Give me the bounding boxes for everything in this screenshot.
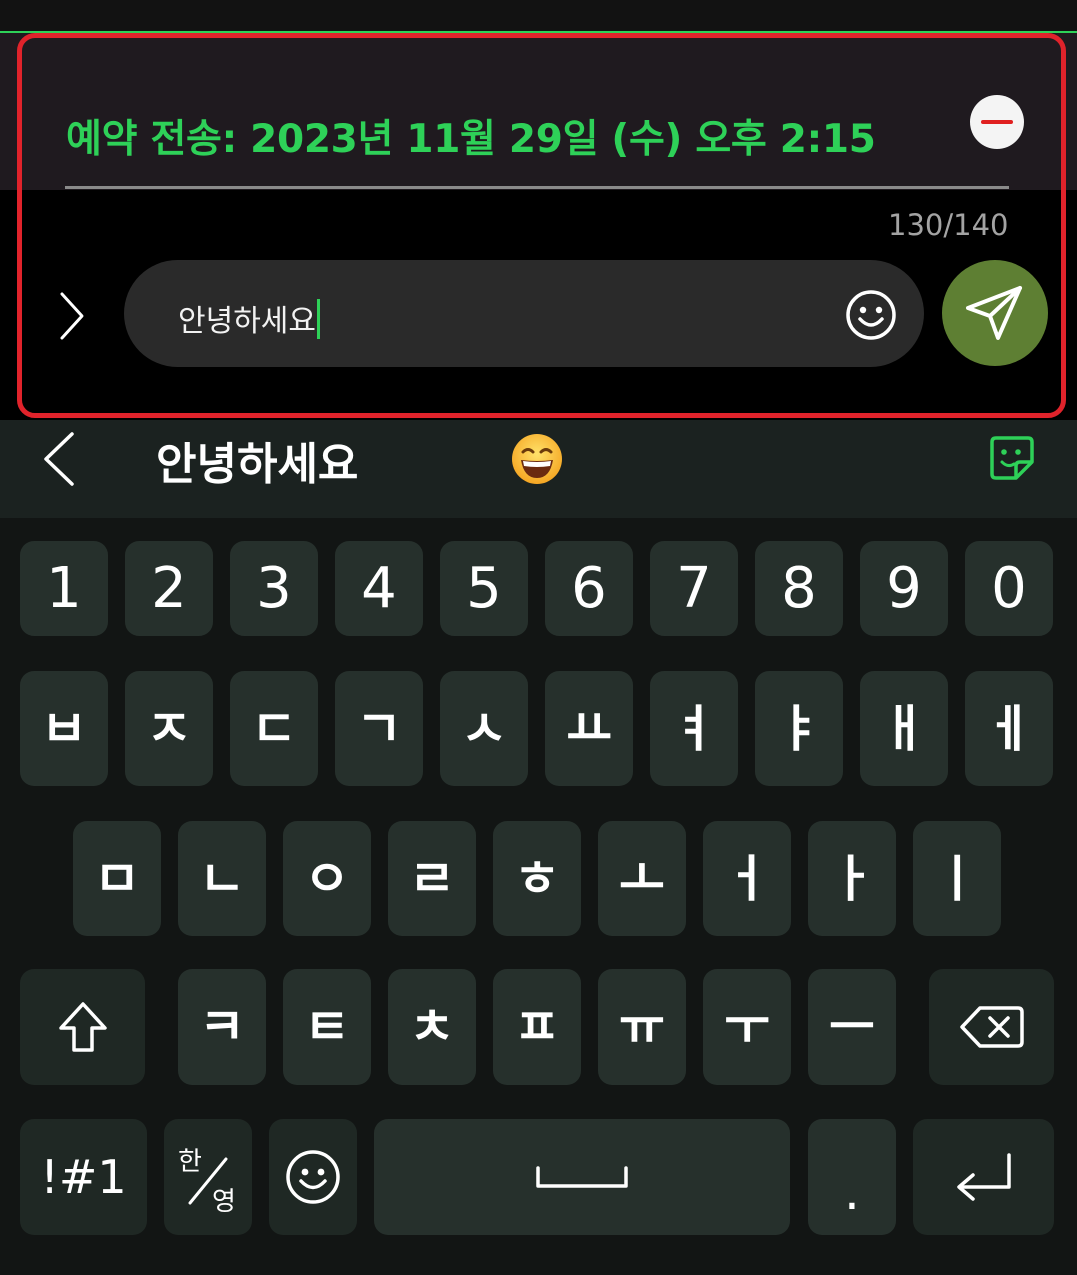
key-label: ㅐ — [881, 699, 927, 758]
sticker-button[interactable] — [986, 432, 1038, 484]
key-label: ㅑ — [776, 699, 822, 758]
key-jieut[interactable]: ㅈ — [125, 671, 213, 786]
key-e[interactable]: ㅔ — [965, 671, 1053, 786]
key-3[interactable]: 3 — [230, 541, 318, 636]
key-label: ㅋ — [199, 998, 245, 1056]
key-4[interactable]: 4 — [335, 541, 423, 636]
shift-key[interactable] — [20, 969, 145, 1085]
key-yu[interactable]: ㅠ — [598, 969, 686, 1085]
chevron-left-icon — [44, 432, 74, 486]
key-o[interactable]: ㅗ — [598, 821, 686, 936]
enter-key[interactable] — [913, 1119, 1054, 1235]
slash-divider-icon — [188, 1157, 228, 1205]
key-label: 2 — [151, 555, 187, 621]
key-label: . — [844, 1163, 860, 1221]
key-6[interactable]: 6 — [545, 541, 633, 636]
highlight-box — [17, 33, 1066, 418]
key-bieup[interactable]: ㅂ — [20, 671, 108, 786]
key-giyeok[interactable]: ㄱ — [335, 671, 423, 786]
key-ae[interactable]: ㅐ — [860, 671, 948, 786]
key-label: ㅔ — [986, 699, 1032, 758]
key-tieut[interactable]: ㅌ — [283, 969, 371, 1085]
smiley-icon — [286, 1150, 340, 1204]
key-label: 6 — [571, 555, 607, 621]
backspace-key[interactable] — [929, 969, 1054, 1085]
key-label: ㄹ — [409, 849, 455, 908]
key-a[interactable]: ㅏ — [808, 821, 896, 936]
key-label: ㅠ — [619, 998, 665, 1056]
key-label: ㅊ — [409, 998, 455, 1056]
key-label: ㄱ — [356, 699, 402, 758]
key-label: 9 — [886, 555, 922, 621]
key-label: 0 — [991, 555, 1027, 621]
key-siot[interactable]: ㅅ — [440, 671, 528, 786]
space-bar-icon — [536, 1166, 628, 1188]
backspace-icon — [959, 1006, 1024, 1048]
suggestion-back-button[interactable] — [38, 430, 82, 488]
key-label: 1 — [46, 555, 82, 621]
keyboard: 1 2 3 4 5 6 7 8 9 0 ㅂ ㅈ ㄷ ㄱ ㅅ ㅛ ㅕ ㅑ ㅐ ㅔ … — [0, 518, 1077, 1275]
key-u[interactable]: ㅜ — [703, 969, 791, 1085]
status-bar — [0, 0, 1077, 32]
key-label: ㅗ — [619, 849, 665, 908]
enter-arrow-icon — [956, 1153, 1011, 1201]
key-mieum[interactable]: ㅁ — [73, 821, 161, 936]
key-label: ㅏ — [829, 849, 875, 908]
key-5[interactable]: 5 — [440, 541, 528, 636]
key-1[interactable]: 1 — [20, 541, 108, 636]
key-yeo[interactable]: ㅕ — [650, 671, 738, 786]
emoji-key[interactable] — [269, 1119, 357, 1235]
key-eo[interactable]: ㅓ — [703, 821, 791, 936]
key-label: !#1 — [40, 1150, 127, 1204]
suggested-emoji[interactable] — [510, 432, 564, 486]
key-label: ㅅ — [461, 699, 507, 758]
key-yo[interactable]: ㅛ — [545, 671, 633, 786]
key-ieung[interactable]: ㅇ — [283, 821, 371, 936]
key-label: 3 — [256, 555, 292, 621]
suggested-word[interactable]: 안녕하세요 — [156, 428, 358, 492]
key-label: ㅍ — [514, 998, 560, 1056]
key-label: ㅜ — [724, 998, 770, 1056]
key-8[interactable]: 8 — [755, 541, 843, 636]
key-2[interactable]: 2 — [125, 541, 213, 636]
lang-english-label: 영 — [212, 1187, 236, 1217]
grinning-emoji-icon — [512, 434, 562, 484]
key-pieup[interactable]: ㅍ — [493, 969, 581, 1085]
key-9[interactable]: 9 — [860, 541, 948, 636]
key-nieun[interactable]: ㄴ — [178, 821, 266, 936]
key-label: ㅕ — [671, 699, 717, 758]
key-eu[interactable]: ㅡ — [808, 969, 896, 1085]
key-label: 5 — [466, 555, 502, 621]
symbols-key[interactable]: !#1 — [20, 1119, 147, 1235]
sticker-icon — [990, 436, 1034, 480]
key-label: ㅁ — [94, 849, 140, 908]
shift-arrow-icon — [58, 1002, 107, 1052]
key-label: ㅇ — [304, 849, 350, 908]
key-0[interactable]: 0 — [965, 541, 1053, 636]
key-label: 8 — [781, 555, 817, 621]
key-label: ㅂ — [41, 699, 87, 758]
key-label: ㅛ — [566, 699, 612, 758]
key-label: ㄴ — [199, 849, 245, 908]
period-key[interactable]: . — [808, 1119, 896, 1235]
key-label: ㅡ — [829, 998, 875, 1056]
key-rieul[interactable]: ㄹ — [388, 821, 476, 936]
key-label: ㅣ — [934, 849, 980, 908]
key-digeut[interactable]: ㄷ — [230, 671, 318, 786]
key-chieut[interactable]: ㅊ — [388, 969, 476, 1085]
key-label: 4 — [361, 555, 397, 621]
key-hieut[interactable]: ㅎ — [493, 821, 581, 936]
key-7[interactable]: 7 — [650, 541, 738, 636]
key-label: ㅈ — [146, 699, 192, 758]
key-kieuk[interactable]: ㅋ — [178, 969, 266, 1085]
key-ya[interactable]: ㅑ — [755, 671, 843, 786]
key-label: ㅎ — [514, 849, 560, 908]
key-label: ㄷ — [251, 699, 297, 758]
space-key[interactable] — [374, 1119, 790, 1235]
language-switch-key[interactable]: 한 영 — [164, 1119, 252, 1235]
key-label: ㅌ — [304, 998, 350, 1056]
key-label: ㅓ — [724, 849, 770, 908]
key-label: 7 — [676, 555, 712, 621]
key-i[interactable]: ㅣ — [913, 821, 1001, 936]
